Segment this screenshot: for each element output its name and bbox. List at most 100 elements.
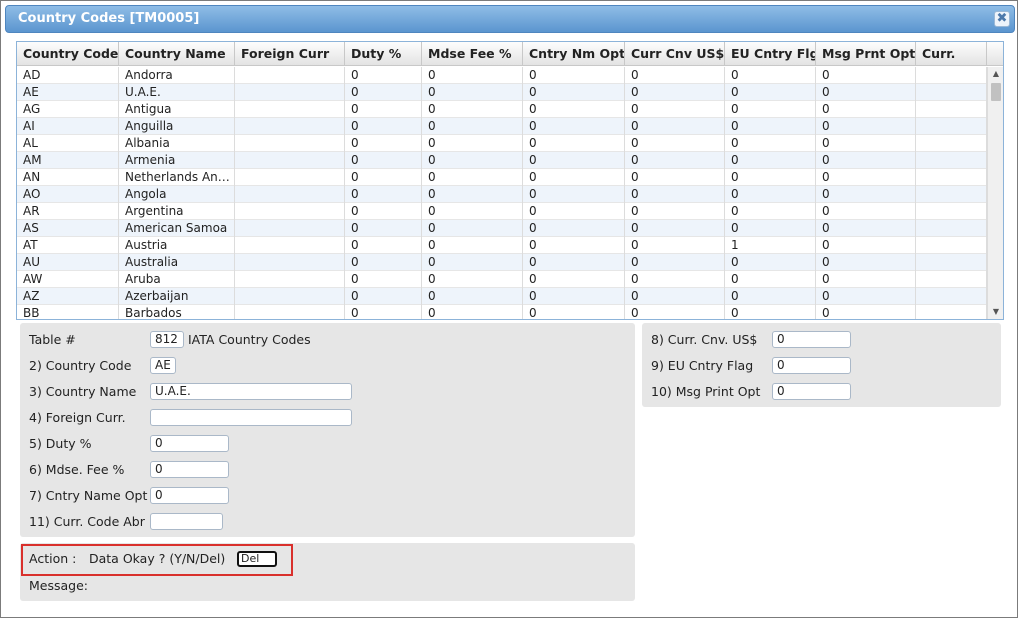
cell-foreign-curr bbox=[235, 203, 345, 220]
cell-duty: 0 bbox=[345, 186, 422, 203]
country-name-field[interactable]: U.A.E. bbox=[150, 383, 352, 400]
cell-country-code: AT bbox=[17, 237, 119, 254]
table-row[interactable]: AZ Azerbaijan 0 0 0 0 0 0 bbox=[17, 288, 987, 305]
cell-cntry-nm-opt: 0 bbox=[523, 288, 625, 305]
table-row[interactable]: BB Barbados 0 0 0 0 0 0 bbox=[17, 305, 987, 319]
cell-msg-prnt-opt: 0 bbox=[816, 135, 916, 152]
cell-foreign-curr bbox=[235, 271, 345, 288]
cell-country-code: AM bbox=[17, 152, 119, 169]
table-row[interactable]: AI Anguilla 0 0 0 0 0 0 bbox=[17, 118, 987, 135]
cell-mdse-fee: 0 bbox=[422, 271, 523, 288]
col-header-eu-cntry-flg[interactable]: EU Cntry Flg bbox=[725, 42, 816, 66]
cell-curr bbox=[916, 169, 987, 186]
grid-scrollbar[interactable]: ▲ ▼ bbox=[987, 67, 1003, 319]
table-row[interactable]: AM Armenia 0 0 0 0 0 0 bbox=[17, 152, 987, 169]
cell-country-code: AO bbox=[17, 186, 119, 203]
action-label: Action : bbox=[29, 551, 77, 566]
cell-duty: 0 bbox=[345, 237, 422, 254]
cell-cntry-nm-opt: 0 bbox=[523, 305, 625, 319]
scroll-thumb[interactable] bbox=[991, 83, 1001, 101]
scroll-up-icon[interactable]: ▲ bbox=[988, 67, 1003, 81]
col-header-msg-prnt-opt[interactable]: Msg Prnt Opt bbox=[816, 42, 916, 66]
detail-panel-left bbox=[20, 323, 635, 537]
scroll-down-icon[interactable]: ▼ bbox=[988, 305, 1003, 319]
cell-eu-cntry-flg: 1 bbox=[725, 237, 816, 254]
col-header-curr[interactable]: Curr. bbox=[916, 42, 987, 66]
cell-country-name: Angola bbox=[119, 186, 235, 203]
curr-code-abr-field[interactable] bbox=[150, 513, 223, 530]
table-row[interactable]: AU Australia 0 0 0 0 0 0 bbox=[17, 254, 987, 271]
cell-foreign-curr bbox=[235, 254, 345, 271]
col-header-foreign-curr[interactable]: Foreign Curr bbox=[235, 42, 345, 66]
cell-country-code: AZ bbox=[17, 288, 119, 305]
table-row[interactable]: AT Austria 0 0 0 0 1 0 bbox=[17, 237, 987, 254]
cell-foreign-curr bbox=[235, 288, 345, 305]
cell-msg-prnt-opt: 0 bbox=[816, 288, 916, 305]
cntry-name-opt-field[interactable]: 0 bbox=[150, 487, 229, 504]
country-code-label: 2) Country Code bbox=[29, 358, 132, 373]
foreign-curr-field[interactable] bbox=[150, 409, 352, 426]
curr-cnv-field[interactable]: 0 bbox=[772, 331, 851, 348]
cell-curr-cnv: 0 bbox=[625, 220, 725, 237]
curr-code-abr-label: 11) Curr. Code Abr bbox=[29, 514, 145, 529]
eu-flag-field[interactable]: 0 bbox=[772, 357, 851, 374]
table-row[interactable]: AR Argentina 0 0 0 0 0 0 bbox=[17, 203, 987, 220]
cell-cntry-nm-opt: 0 bbox=[523, 118, 625, 135]
col-header-country-code[interactable]: Country Code bbox=[17, 42, 119, 66]
cell-duty: 0 bbox=[345, 67, 422, 84]
cell-curr-cnv: 0 bbox=[625, 271, 725, 288]
cell-msg-prnt-opt: 0 bbox=[816, 254, 916, 271]
cell-curr bbox=[916, 84, 987, 101]
col-header-mdse-fee[interactable]: Mdse Fee % bbox=[422, 42, 523, 66]
country-code-field[interactable]: AE bbox=[150, 357, 176, 374]
table-row[interactable]: AO Angola 0 0 0 0 0 0 bbox=[17, 186, 987, 203]
table-row[interactable]: AG Antigua 0 0 0 0 0 0 bbox=[17, 101, 987, 118]
cell-mdse-fee: 0 bbox=[422, 135, 523, 152]
grid-header: Country Code Country Name Foreign Curr Duty… bbox=[17, 42, 1003, 66]
msg-print-field[interactable]: 0 bbox=[772, 383, 851, 400]
cell-country-name: U.A.E. bbox=[119, 84, 235, 101]
grid-body: AD Andorra 0 0 0 0 0 0 AE U.A.E. 0 0 0 0 0 0 AG Antigua 0 0… bbox=[17, 67, 987, 319]
cell-curr bbox=[916, 237, 987, 254]
cell-country-name: Anguilla bbox=[119, 118, 235, 135]
table-number-label: Table # bbox=[29, 332, 76, 347]
cell-cntry-nm-opt: 0 bbox=[523, 271, 625, 288]
cell-mdse-fee: 0 bbox=[422, 254, 523, 271]
cell-country-code: AE bbox=[17, 84, 119, 101]
country-codes-window: Country Codes [TM0005] ✖ Country Code Cou… bbox=[0, 0, 1018, 618]
eu-flag-label: 9) EU Cntry Flag bbox=[651, 358, 754, 373]
cell-curr-cnv: 0 bbox=[625, 254, 725, 271]
cell-curr bbox=[916, 271, 987, 288]
table-row[interactable]: AN Netherlands Ant… 0 0 0 0 0 0 bbox=[17, 169, 987, 186]
cell-foreign-curr bbox=[235, 101, 345, 118]
close-icon[interactable]: ✖ bbox=[994, 11, 1010, 27]
cell-curr bbox=[916, 101, 987, 118]
cell-curr bbox=[916, 118, 987, 135]
duty-field[interactable]: 0 bbox=[150, 435, 229, 452]
table-row[interactable]: AD Andorra 0 0 0 0 0 0 bbox=[17, 67, 987, 84]
cell-eu-cntry-flg: 0 bbox=[725, 135, 816, 152]
country-grid: Country Code Country Name Foreign Curr Duty… bbox=[16, 41, 1004, 320]
cell-curr bbox=[916, 305, 987, 319]
cell-cntry-nm-opt: 0 bbox=[523, 84, 625, 101]
cell-eu-cntry-flg: 0 bbox=[725, 101, 816, 118]
table-number-field[interactable]: 812 bbox=[150, 331, 184, 348]
table-row[interactable]: AE U.A.E. 0 0 0 0 0 0 bbox=[17, 84, 987, 101]
cell-foreign-curr bbox=[235, 67, 345, 84]
cell-cntry-nm-opt: 0 bbox=[523, 220, 625, 237]
mdse-fee-field[interactable]: 0 bbox=[150, 461, 229, 478]
action-input[interactable]: Del bbox=[237, 551, 277, 567]
cell-mdse-fee: 0 bbox=[422, 186, 523, 203]
cell-msg-prnt-opt: 0 bbox=[816, 152, 916, 169]
cell-curr-cnv: 0 bbox=[625, 84, 725, 101]
col-header-curr-cnv[interactable]: Curr Cnv US$ bbox=[625, 42, 725, 66]
col-header-cntry-nm-opt[interactable]: Cntry Nm Opt bbox=[523, 42, 625, 66]
col-header-duty[interactable]: Duty % bbox=[345, 42, 422, 66]
window-title: Country Codes [TM0005] bbox=[18, 11, 200, 26]
table-row[interactable]: AL Albania 0 0 0 0 0 0 bbox=[17, 135, 987, 152]
table-row[interactable]: AW Aruba 0 0 0 0 0 0 bbox=[17, 271, 987, 288]
cell-cntry-nm-opt: 0 bbox=[523, 237, 625, 254]
cell-mdse-fee: 0 bbox=[422, 237, 523, 254]
col-header-country-name[interactable]: Country Name bbox=[119, 42, 235, 66]
table-row[interactable]: AS American Samoa 0 0 0 0 0 0 bbox=[17, 220, 987, 237]
